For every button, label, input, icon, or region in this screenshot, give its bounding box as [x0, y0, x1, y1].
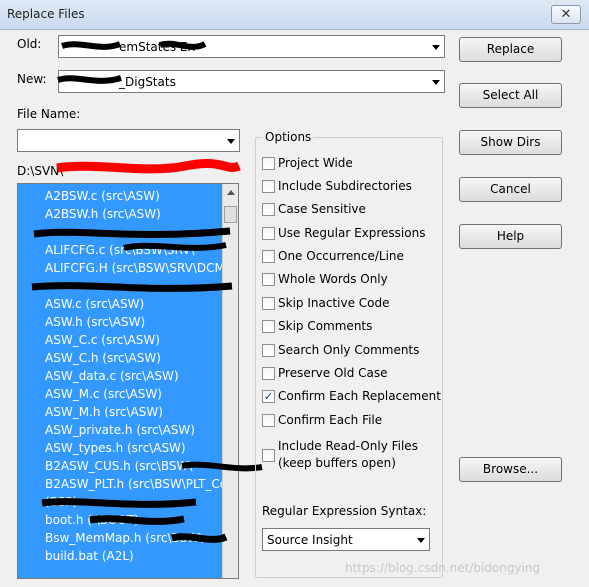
option-label: Search Only Comments [278, 343, 420, 357]
old-label: Old: [17, 37, 42, 51]
select-all-button[interactable]: Select All [459, 83, 562, 108]
option-label: One Occurrence/Line [278, 249, 404, 263]
checkbox[interactable] [262, 414, 275, 427]
cancel-button[interactable]: Cancel [459, 177, 562, 202]
chevron-down-icon[interactable] [432, 45, 440, 50]
redaction-scribble [41, 498, 197, 508]
checkbox[interactable] [262, 344, 275, 357]
redaction-scribble [31, 282, 233, 292]
checkbox[interactable] [262, 250, 275, 263]
scroll-thumb[interactable] [224, 206, 237, 223]
redaction-scribble [123, 242, 227, 251]
file-list-item[interactable]: B2ASW_CUS.h (src\BSW\ [45, 459, 192, 473]
checkbox[interactable]: ✓ [262, 390, 275, 403]
file-list-item[interactable]: ASW_C.h (src\ASW) [45, 351, 161, 365]
option-label: Skip Comments [278, 319, 373, 333]
file-list-item[interactable]: B2ASW_PLT.h (src\BSW\PLT_Co [45, 477, 227, 491]
option-label: Include Read-Only Files [278, 439, 418, 453]
file-list-item[interactable]: A2BSW.h (src\ASW) [45, 207, 161, 221]
file-name-combo[interactable] [17, 129, 240, 152]
scroll-up-icon[interactable] [227, 190, 235, 195]
chevron-down-icon[interactable] [432, 80, 440, 85]
show-dirs-button[interactable]: Show Dirs [459, 130, 562, 155]
file-list-item[interactable]: build.bat (A2L) [45, 549, 134, 563]
file-list-item[interactable]: ALIFCFG.H (src\BSW\SRV\DCM [45, 261, 225, 275]
regex-syntax-select[interactable]: Source Insight [262, 528, 430, 551]
file-list-item[interactable]: ASW_C.c (src\ASW) [45, 333, 160, 347]
option-label: Confirm Each Replacement [278, 389, 441, 403]
chevron-down-icon[interactable] [227, 139, 235, 144]
regex-syntax-label: Regular Expression Syntax: [262, 504, 427, 518]
replace-button[interactable]: Replace [459, 37, 562, 62]
option-label: Preserve Old Case [278, 366, 388, 380]
checkbox[interactable] [262, 227, 275, 240]
title-bar: Replace Files ✕ [0, 0, 589, 30]
file-list-item[interactable]: ASW.c (src\ASW) [45, 297, 144, 311]
redaction-scribble [57, 75, 122, 84]
file-list-item[interactable]: ASW_private.h (src\ASW) [45, 423, 195, 437]
file-list-item[interactable]: ASW.h (src\ASW) [45, 315, 145, 329]
window-title: Replace Files [7, 7, 85, 21]
chevron-down-icon[interactable] [417, 538, 425, 543]
option-label: Use Regular Expressions [278, 226, 426, 240]
file-list-item[interactable]: ASW_M.c (src\ASW) [45, 387, 162, 401]
checkbox[interactable] [262, 180, 275, 193]
browse-button[interactable]: Browse... [459, 457, 562, 482]
checkbox[interactable] [262, 297, 275, 310]
file-list-item[interactable]: A2BSW.c (src\ASW) [45, 189, 160, 203]
option-label: Case Sensitive [278, 202, 366, 216]
checkbox[interactable] [262, 320, 275, 333]
checkbox[interactable] [262, 367, 275, 380]
redaction-scribble [181, 461, 263, 472]
regex-syntax-value: Source Insight [267, 533, 353, 547]
file-list-item[interactable]: ASW_data.c (src\ASW) [45, 369, 179, 383]
option-label-secondary: (keep buffers open) [278, 456, 396, 470]
new-label: New: [17, 72, 47, 86]
file-list-item[interactable]: ASW_M.h (src\ASW) [45, 405, 163, 419]
new-value: _DigStats [119, 75, 176, 89]
checkbox[interactable] [262, 273, 275, 286]
option-label: Confirm Each File [278, 413, 383, 427]
close-icon: ✕ [560, 7, 572, 22]
checkbox[interactable] [262, 449, 275, 462]
help-button[interactable]: Help [459, 224, 562, 249]
option-label: Whole Words Only [278, 272, 388, 286]
watermark: https://blog.csdn.net/bidongying [345, 561, 541, 575]
checkbox[interactable] [262, 203, 275, 216]
redaction-scribble [171, 533, 228, 543]
option-label: Project Wide [278, 156, 353, 170]
checkbox[interactable] [262, 157, 275, 170]
path-redaction [56, 158, 241, 174]
close-button[interactable]: ✕ [551, 5, 581, 24]
file-list-item[interactable]: ASW_types.h (src\ASW) [45, 441, 186, 455]
file-name-label: File Name: [17, 107, 81, 121]
option-label: Skip Inactive Code [278, 296, 390, 310]
option-label: Include Subdirectories [278, 179, 412, 193]
options-group-title: Options [263, 130, 314, 144]
redaction-scribble [89, 515, 185, 525]
redaction-scribble [61, 40, 207, 50]
